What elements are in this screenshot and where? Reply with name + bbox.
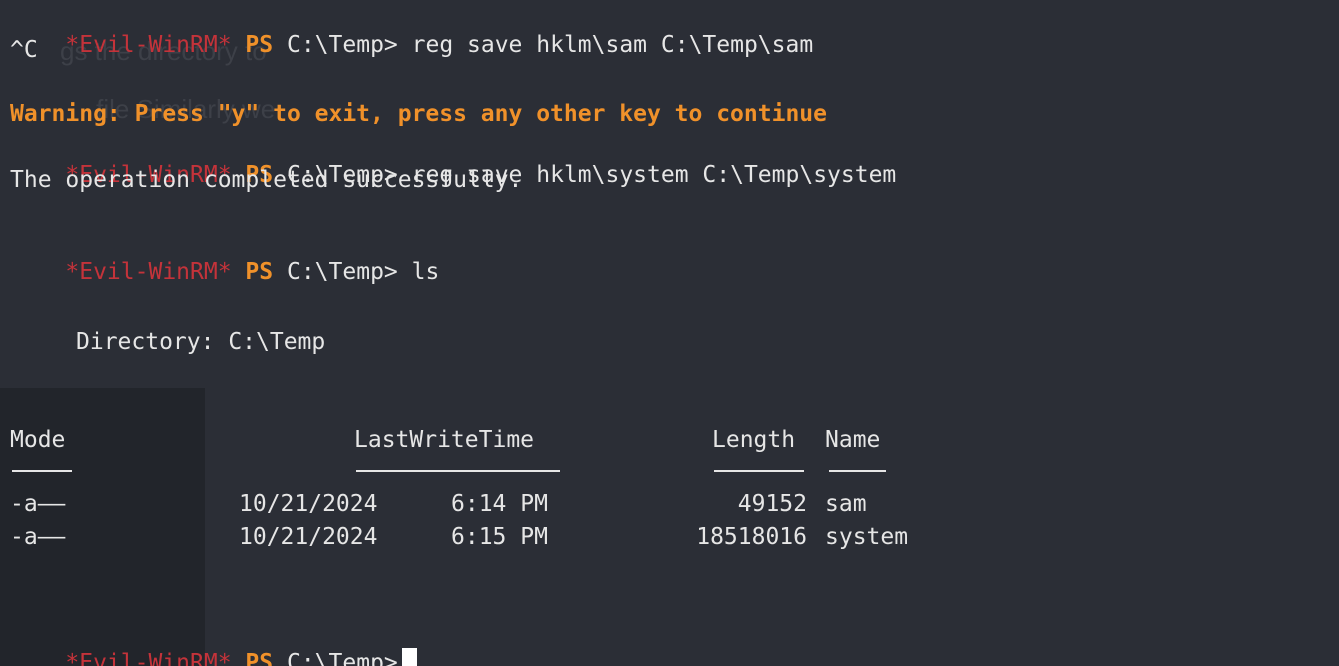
table-row-length: 49152 [737,491,807,517]
ps-tag: PS [245,32,274,58]
column-header-length: Length [712,427,796,453]
command-text: reg save hklm\sam C:\Temp\sam [411,32,814,58]
ctrl-c-line: ^C [10,37,38,63]
table-row-date: 10/21/2024 [239,524,378,550]
prompt-line-current: *Evil-WinRM* PS C:\Temp> [10,620,417,666]
table-row-time: 6:15 PM [451,524,548,550]
column-header-name: Name [825,427,881,453]
prompt-line-2: *Evil-WinRM* PS C:\Temp> reg save hklm\s… [10,133,896,188]
text-cursor[interactable] [401,648,417,666]
directory-header: Directory: C:\Temp [76,329,326,355]
column-header-lastwritetime: LastWriteTime [354,427,535,453]
prompt-line-1: *Evil-WinRM* PS C:\Temp> reg save hklm\s… [10,3,813,58]
evil-winrm-tag: *Evil-WinRM* [65,259,232,285]
terminal-window[interactable]: gs the directory to file Similarly we *E… [0,0,1339,666]
prompt-line-3: *Evil-WinRM* PS C:\Temp> ls [10,230,439,285]
column-underline-lastwritetime [356,470,560,472]
prompt-path: C:\Temp> [286,32,398,58]
evil-winrm-tag: *Evil-WinRM* [65,32,232,58]
prompt-path: C:\Temp> [286,259,398,285]
column-header-mode: Mode [10,427,66,453]
table-row-length: 18518016 [696,524,807,550]
prompt-path: C:\Temp> [286,650,398,666]
warning-line: Warning: Press "y" to exit, press any ot… [10,101,827,127]
evil-winrm-tag: *Evil-WinRM* [65,650,232,666]
command-text: ls [411,259,440,285]
column-underline-name [829,470,886,472]
table-row-name: sam [825,491,867,517]
table-row-mode: -a—— [10,524,66,550]
table-row-time: 6:14 PM [451,491,548,517]
column-underline-length [714,470,804,472]
success-line: The operation completed successfully. [10,167,523,193]
table-row-mode: -a—— [10,491,66,517]
ps-tag: PS [245,650,274,666]
ps-tag: PS [245,259,274,285]
column-underline-mode [12,470,72,472]
table-row-date: 10/21/2024 [239,491,378,517]
table-row-name: system [825,524,909,550]
